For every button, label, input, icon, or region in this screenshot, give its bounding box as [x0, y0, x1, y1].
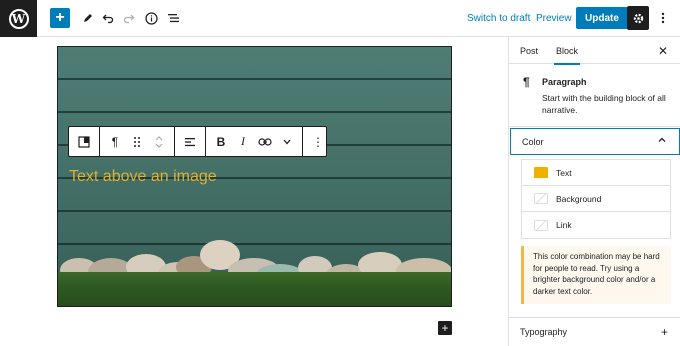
align-left-icon	[185, 137, 195, 146]
color-item-label: Background	[556, 193, 602, 204]
align-group	[175, 127, 206, 156]
align-text-button[interactable]	[179, 131, 201, 153]
background-color-swatch	[534, 193, 548, 204]
link-button[interactable]	[254, 131, 276, 153]
editor-canvas[interactable]: Text above an image ¶ B I ⋮ +	[0, 37, 508, 346]
close-sidebar-button[interactable]: ✕	[658, 44, 668, 58]
top-toolbar: W + Switch to draft Preview Update	[0, 0, 680, 37]
details-button[interactable]	[141, 8, 161, 28]
color-item-label: Text	[556, 167, 572, 178]
wordpress-logo-button[interactable]: W	[0, 0, 37, 37]
color-item-label: Link	[556, 220, 572, 230]
select-parent-button[interactable]	[73, 131, 95, 153]
color-item-link[interactable]: Link	[522, 212, 670, 238]
text-color-swatch	[534, 167, 548, 178]
parent-selector-group	[69, 127, 100, 156]
block-options-button[interactable]: ⋮	[307, 131, 329, 153]
color-item-background[interactable]: Background	[522, 186, 670, 212]
chevron-up-down-icon	[155, 135, 163, 148]
options-group: ⋮	[303, 127, 333, 156]
gear-icon	[633, 13, 643, 23]
format-group: B I	[206, 127, 303, 156]
color-panel-toggle[interactable]: Color	[510, 128, 680, 155]
plus-icon: +	[55, 9, 65, 26]
chevron-down-icon	[283, 139, 291, 144]
chevron-up-icon	[658, 137, 666, 142]
italic-button[interactable]: I	[232, 131, 254, 153]
paragraph-icon: ¶	[523, 75, 530, 89]
undo-button[interactable]	[98, 8, 118, 28]
block-title: Paragraph	[542, 77, 587, 87]
pencil-icon	[84, 14, 92, 22]
tab-block[interactable]: Block	[553, 37, 581, 65]
block-description: Start with the building block of all nar…	[542, 93, 666, 115]
block-toolbar: ¶ B I ⋮	[68, 126, 327, 157]
close-icon: ✕	[657, 44, 668, 58]
block-card: ¶ Paragraph Start with the building bloc…	[509, 65, 680, 127]
color-panel-title: Color	[522, 136, 544, 147]
drag-handle-icon	[134, 136, 140, 147]
sidebar-tabs: Post Block ✕	[509, 37, 680, 65]
typography-panel-title: Typography	[520, 327, 568, 337]
block-type-group: ¶	[100, 127, 175, 156]
more-formatting-button[interactable]	[276, 131, 298, 153]
preview-button[interactable]: Preview	[536, 8, 572, 28]
color-item-text[interactable]: Text	[522, 160, 670, 186]
block-inserter-button[interactable]: +	[438, 321, 452, 335]
plus-icon: +	[660, 325, 668, 339]
cover-image-block[interactable]: Text above an image	[57, 46, 452, 307]
link-color-swatch	[534, 219, 548, 231]
redo-button[interactable]	[119, 8, 139, 28]
add-block-button[interactable]: +	[50, 8, 70, 28]
move-up-down-buttons[interactable]	[148, 131, 170, 153]
wordpress-logo-icon: W	[8, 8, 29, 29]
switch-to-draft-button[interactable]: Switch to draft	[467, 8, 530, 28]
color-settings-list: Text Background Link	[521, 159, 671, 239]
redo-icon	[123, 14, 135, 24]
cover-block-icon	[78, 135, 90, 148]
drag-handle[interactable]	[126, 131, 148, 153]
update-button[interactable]: Update	[576, 7, 628, 29]
tools-button[interactable]	[78, 8, 98, 28]
undo-icon	[102, 14, 114, 24]
more-vertical-icon	[661, 12, 665, 24]
tab-post[interactable]: Post	[520, 37, 538, 64]
more-vertical-icon: ⋮	[312, 134, 324, 149]
link-icon	[258, 137, 272, 146]
settings-button[interactable]	[627, 6, 649, 30]
list-view-button[interactable]	[163, 8, 183, 28]
info-icon	[144, 11, 158, 25]
grass-decoration	[58, 272, 451, 306]
list-view-icon	[167, 14, 179, 23]
typography-panel-toggle[interactable]: Typography +	[509, 317, 680, 346]
plus-icon: +	[441, 321, 449, 335]
image-text-paragraph[interactable]: Text above an image	[69, 168, 217, 186]
bold-button[interactable]: B	[210, 131, 232, 153]
contrast-warning-notice: This color combination may be hard for p…	[521, 246, 671, 304]
paragraph-icon: ¶	[111, 134, 119, 149]
options-button[interactable]	[656, 8, 670, 28]
paragraph-type-button[interactable]: ¶	[104, 131, 126, 153]
settings-sidebar: Post Block ✕ ¶ Paragraph Start with the …	[508, 37, 680, 346]
